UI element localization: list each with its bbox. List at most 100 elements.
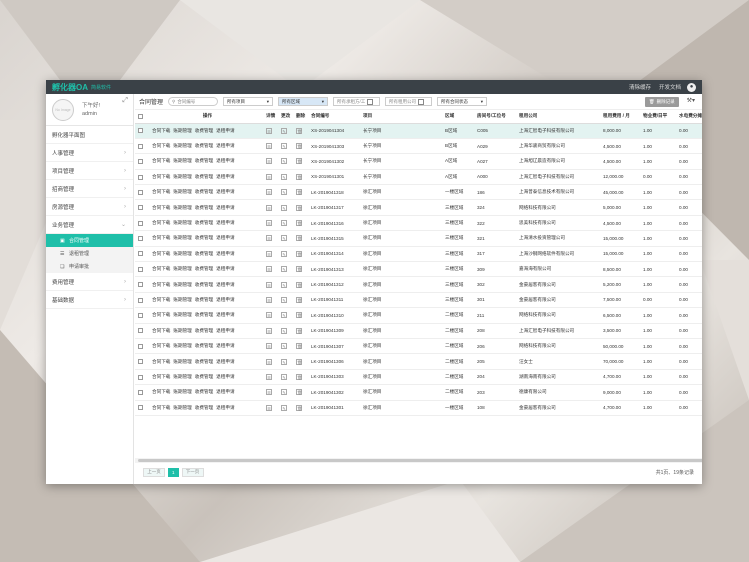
table-row[interactable]: 合同下载 账期管理 收费管理 退租申请 ☰ ✎ 🗑 LK-2019041302 徐汇项目 二楼区域… (135, 384, 702, 401)
row-action-link[interactable]: 账期管理 (173, 374, 191, 379)
edit-icon[interactable]: ✎ (281, 266, 287, 273)
sidebar-item-floorplan[interactable]: 孵化器平面图 (46, 126, 133, 144)
detail-icon[interactable]: ☰ (266, 312, 272, 319)
row-action-link[interactable]: 退租申请 (216, 405, 234, 410)
row-checkbox[interactable] (135, 323, 149, 339)
row-action-link[interactable]: 收费管理 (195, 359, 213, 364)
expand-icon[interactable]: ⤢ (122, 97, 128, 105)
table-row[interactable]: 合同下载 账期管理 收费管理 退租申请 ☰ ✎ 🗑 LK-2019041312 徐汇项目 三楼区域… (135, 276, 702, 293)
row-action-link[interactable]: 退租申请 (216, 266, 234, 271)
row-checkbox[interactable] (135, 353, 149, 370)
scrollbar-thumb[interactable] (138, 459, 702, 462)
row-checkbox[interactable] (135, 338, 149, 355)
row-checkbox[interactable] (135, 261, 149, 278)
row-checkbox[interactable] (135, 169, 149, 186)
detail-icon[interactable]: ☰ (266, 373, 272, 380)
clear-cache-link[interactable]: 清除缓存 (629, 83, 651, 91)
detail-icon[interactable]: ☰ (266, 327, 272, 334)
row-checkbox[interactable] (135, 199, 149, 216)
sidebar-subitem-approval[interactable]: ❏ 申请审批 (46, 260, 133, 273)
row-action-link[interactable]: 合同下载 (152, 312, 170, 317)
detail-icon[interactable]: ☰ (266, 158, 272, 165)
row-action-link[interactable]: 账期管理 (173, 143, 191, 148)
row-action-link[interactable]: 账期管理 (173, 312, 191, 317)
sidebar-subitem-checkout[interactable]: ☰ 退租管理 (46, 247, 133, 260)
row-action-link[interactable]: 账期管理 (173, 266, 191, 271)
row-action-link[interactable]: 退租申请 (216, 158, 234, 163)
edit-icon[interactable]: ✎ (281, 204, 287, 211)
row-action-link[interactable]: 账期管理 (173, 343, 191, 348)
row-action-link[interactable]: 退租申请 (216, 128, 234, 133)
row-action-link[interactable]: 合同下载 (152, 405, 170, 410)
row-action-link[interactable]: 合同下载 (152, 359, 170, 364)
horizontal-scrollbar[interactable] (135, 458, 702, 463)
table-row[interactable]: 合同下载 账期管理 收费管理 退租申请 ☰ ✎ 🗑 LK-2019041307 徐汇项目 二楼区域… (135, 338, 702, 355)
row-action-link[interactable]: 退租申请 (216, 359, 234, 364)
row-action-link[interactable]: 合同下载 (152, 205, 170, 210)
table-row[interactable]: 合同下载 账期管理 收费管理 退租申请 ☰ ✎ 🗑 LK-2019041316 徐汇项目 三楼区域… (135, 215, 702, 232)
delete-icon[interactable]: 🗑 (296, 204, 302, 211)
edit-icon[interactable]: ✎ (281, 173, 287, 180)
edit-icon[interactable]: ✎ (281, 312, 287, 319)
detail-icon[interactable]: ☰ (266, 266, 272, 273)
delete-icon[interactable]: 🗑 (296, 296, 302, 303)
row-action-link[interactable]: 收费管理 (195, 389, 213, 394)
row-action-link[interactable]: 账期管理 (173, 189, 191, 194)
row-action-link[interactable]: 退租申请 (216, 189, 234, 194)
table-row[interactable]: 合同下载 账期管理 收费管理 退租申请 ☰ ✎ 🗑 LK-2019041315 徐汇项目 三楼区域… (135, 230, 702, 247)
row-checkbox[interactable] (135, 138, 149, 155)
row-action-link[interactable]: 账期管理 (173, 174, 191, 179)
status-select[interactable]: 所有合同状态 ▾ (437, 97, 488, 106)
lessee-input[interactable]: 所有承租方/工 (333, 97, 381, 106)
sidebar-item-investment[interactable]: 招商管理 › (46, 180, 133, 198)
row-action-link[interactable]: 账期管理 (173, 282, 191, 287)
edit-icon[interactable]: ✎ (281, 143, 287, 150)
edit-icon[interactable]: ✎ (281, 220, 287, 227)
delete-icon[interactable]: 🗑 (296, 373, 302, 380)
row-action-link[interactable]: 退租申请 (216, 220, 234, 225)
row-action-link[interactable]: 账期管理 (173, 359, 191, 364)
sidebar-item-hr[interactable]: 人事管理 › (46, 144, 133, 162)
sidebar-subitem-contract[interactable]: ▣ 合同管理 (46, 234, 133, 247)
detail-icon[interactable]: ☰ (266, 343, 272, 350)
delete-icon[interactable]: 🗑 (296, 358, 302, 365)
delete-icon[interactable]: 🗑 (296, 173, 302, 180)
delete-icon[interactable]: 🗑 (296, 266, 302, 273)
table-row[interactable]: 合同下载 账期管理 收费管理 退租申请 ☰ ✎ 🗑 LK-2019041318 徐汇项目 一楼区域… (135, 184, 702, 201)
row-action-link[interactable]: 退租申请 (216, 282, 234, 287)
sidebar-item-project[interactable]: 项目管理 › (46, 162, 133, 180)
row-action-link[interactable]: 合同下载 (152, 235, 170, 240)
row-action-link[interactable]: 收费管理 (195, 282, 213, 287)
row-checkbox[interactable] (135, 400, 149, 416)
row-action-link[interactable]: 合同下载 (152, 266, 170, 271)
table-row[interactable]: 合同下载 账期管理 收费管理 退租申请 ☰ ✎ 🗑 LK-2019041303 徐汇项目 二楼区域… (135, 369, 702, 386)
row-checkbox[interactable] (135, 215, 149, 232)
row-action-link[interactable]: 账期管理 (173, 235, 191, 240)
page-button-current[interactable]: 1 (168, 467, 179, 477)
delete-icon[interactable]: 🗑 (296, 312, 302, 319)
detail-icon[interactable]: ☰ (266, 220, 272, 227)
row-action-link[interactable]: 合同下载 (152, 374, 170, 379)
search-input[interactable]: ⚲ 合同编号 (168, 97, 219, 106)
detail-icon[interactable]: ☰ (266, 143, 272, 150)
next-page-button[interactable]: 下一页 (181, 467, 204, 477)
row-action-link[interactable]: 退租申请 (216, 343, 234, 348)
detail-icon[interactable]: ☰ (266, 358, 272, 365)
row-action-link[interactable]: 合同下载 (152, 128, 170, 133)
edit-icon[interactable]: ✎ (281, 127, 287, 134)
row-action-link[interactable]: 退租申请 (216, 205, 234, 210)
row-checkbox[interactable] (135, 123, 149, 139)
row-checkbox[interactable] (135, 369, 149, 386)
edit-icon[interactable]: ✎ (281, 250, 287, 257)
row-action-link[interactable]: 合同下载 (152, 297, 170, 302)
delete-icon[interactable]: 🗑 (296, 189, 302, 196)
delete-icon[interactable]: 🗑 (296, 389, 302, 396)
edit-icon[interactable]: ✎ (281, 358, 287, 365)
row-checkbox[interactable] (135, 246, 149, 263)
edit-icon[interactable]: ✎ (281, 343, 287, 350)
row-action-link[interactable]: 收费管理 (195, 251, 213, 256)
area-select[interactable]: 所有区域 ▾ (278, 97, 329, 106)
edit-icon[interactable]: ✎ (281, 389, 287, 396)
row-action-link[interactable]: 合同下载 (152, 189, 170, 194)
delete-icon[interactable]: 🗑 (296, 127, 302, 134)
